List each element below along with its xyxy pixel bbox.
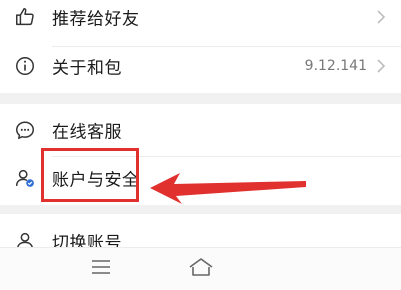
menu-icon[interactable] (88, 256, 114, 278)
user-icon (17, 232, 33, 247)
switch-account-row[interactable]: 切换账号 (0, 214, 401, 247)
home-icon[interactable] (188, 256, 214, 278)
info-icon (16, 57, 34, 75)
settings-section-general: 推荐给好友 关于和包 9.12.141 (0, 0, 401, 93)
chevron-right-icon (377, 59, 386, 73)
system-navigation-bar (0, 247, 401, 290)
settings-section-account: 切换账号 (0, 214, 401, 247)
recommend-to-friends-label: 推荐给好友 (52, 9, 140, 30)
about-hebao-row[interactable]: 关于和包 9.12.141 (0, 37, 401, 95)
thumbs-up-icon (16, 8, 34, 26)
switch-account-label: 切换账号 (52, 233, 122, 248)
annotation-arrow (150, 173, 306, 204)
chat-icon (16, 121, 34, 139)
user-shield-icon (16, 169, 34, 187)
about-hebao-label: 关于和包 (52, 58, 122, 79)
version-number: 9.12.141 (304, 58, 367, 74)
annotation-highlight-box (41, 148, 139, 202)
online-service-label: 在线客服 (52, 122, 122, 143)
chevron-right-icon (377, 10, 386, 24)
